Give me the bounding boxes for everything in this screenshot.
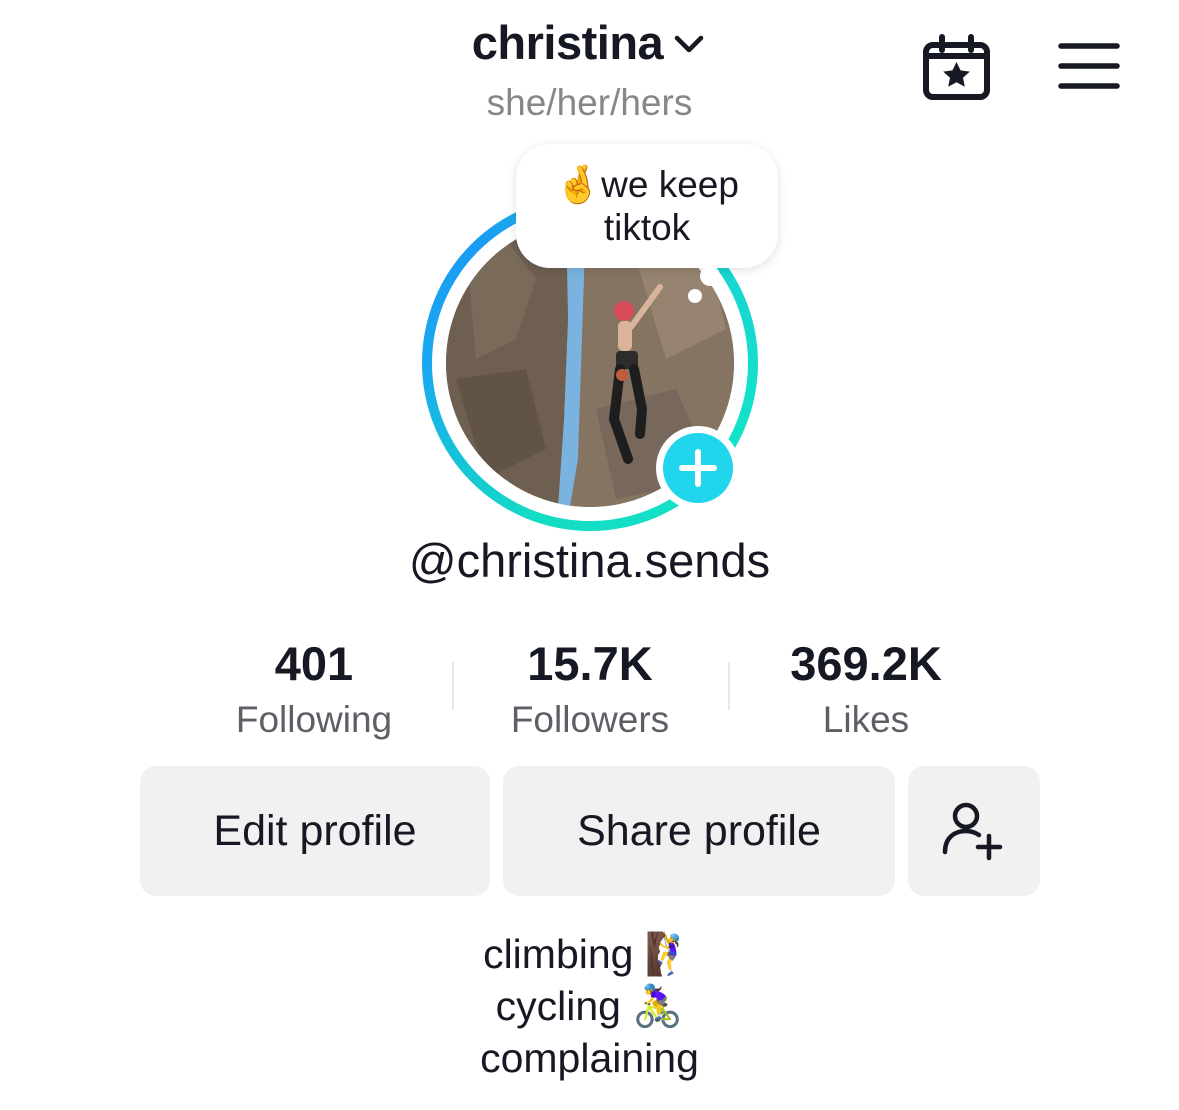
profile-bio: climbing 🧗‍♀️ cycling 🚴‍♀️ complaining [0,928,1179,1084]
share-profile-button[interactable]: Share profile [503,766,895,896]
stat-label: Following [235,699,393,740]
calendar-star-icon[interactable] [920,34,994,102]
bio-line: complaining [480,1035,699,1081]
note-bubble-tail-dot [688,289,702,303]
stat-likes[interactable]: 369.2K Likes [726,636,1006,748]
profile-note-bubble[interactable]: 🤞we keep tiktok [516,144,778,268]
chevron-down-icon[interactable] [671,26,707,62]
stat-followers[interactable]: 15.7K Followers [450,636,730,748]
stat-value: 369.2K [790,637,942,690]
pronouns: she/her/hers [486,82,693,123]
note-line-1: 🤞we keep [516,163,778,206]
note-bubble-tail [700,266,720,286]
profile-username[interactable]: christina [472,15,664,70]
stat-following[interactable]: 401 Following [174,636,454,748]
edit-profile-button[interactable]: Edit profile [140,766,490,896]
bio-line: climbing 🧗‍♀️ [483,931,696,977]
add-friends-button[interactable] [908,766,1040,896]
note-text-1: we keep [601,164,739,205]
hamburger-menu-icon[interactable] [1058,40,1120,92]
bio-line: cycling 🚴‍♀️ [495,983,684,1029]
note-text-2: tiktok [603,207,691,248]
plus-icon [679,449,717,487]
username-switcher[interactable]: christina [0,12,1179,72]
stat-label: Followers [510,699,670,740]
add-story-button[interactable] [656,426,740,510]
stat-label: Likes [822,699,910,740]
profile-handle: @christina.sends [408,534,771,587]
stat-value: 401 [274,637,354,690]
crossed-fingers-emoji: 🤞 [555,164,602,205]
add-friend-icon [942,802,1003,861]
stat-value: 15.7K [527,637,653,690]
